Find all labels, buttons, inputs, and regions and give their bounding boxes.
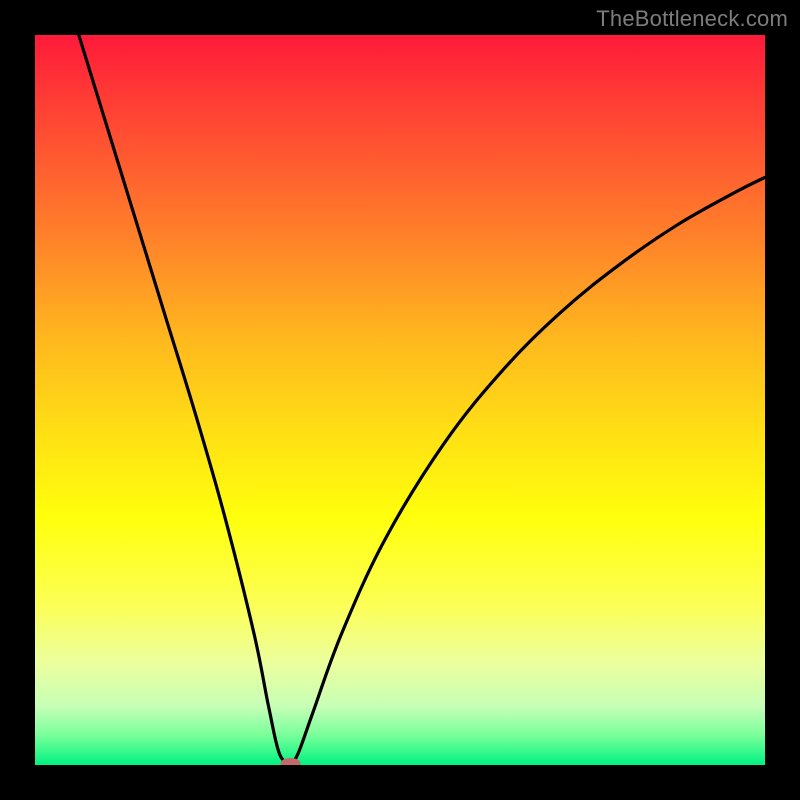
chart-frame: TheBottleneck.com <box>0 0 800 800</box>
watermark-text: TheBottleneck.com <box>596 6 788 32</box>
chart-svg <box>35 35 765 765</box>
chart-plot-area <box>35 35 765 765</box>
bottleneck-curve <box>79 35 765 762</box>
